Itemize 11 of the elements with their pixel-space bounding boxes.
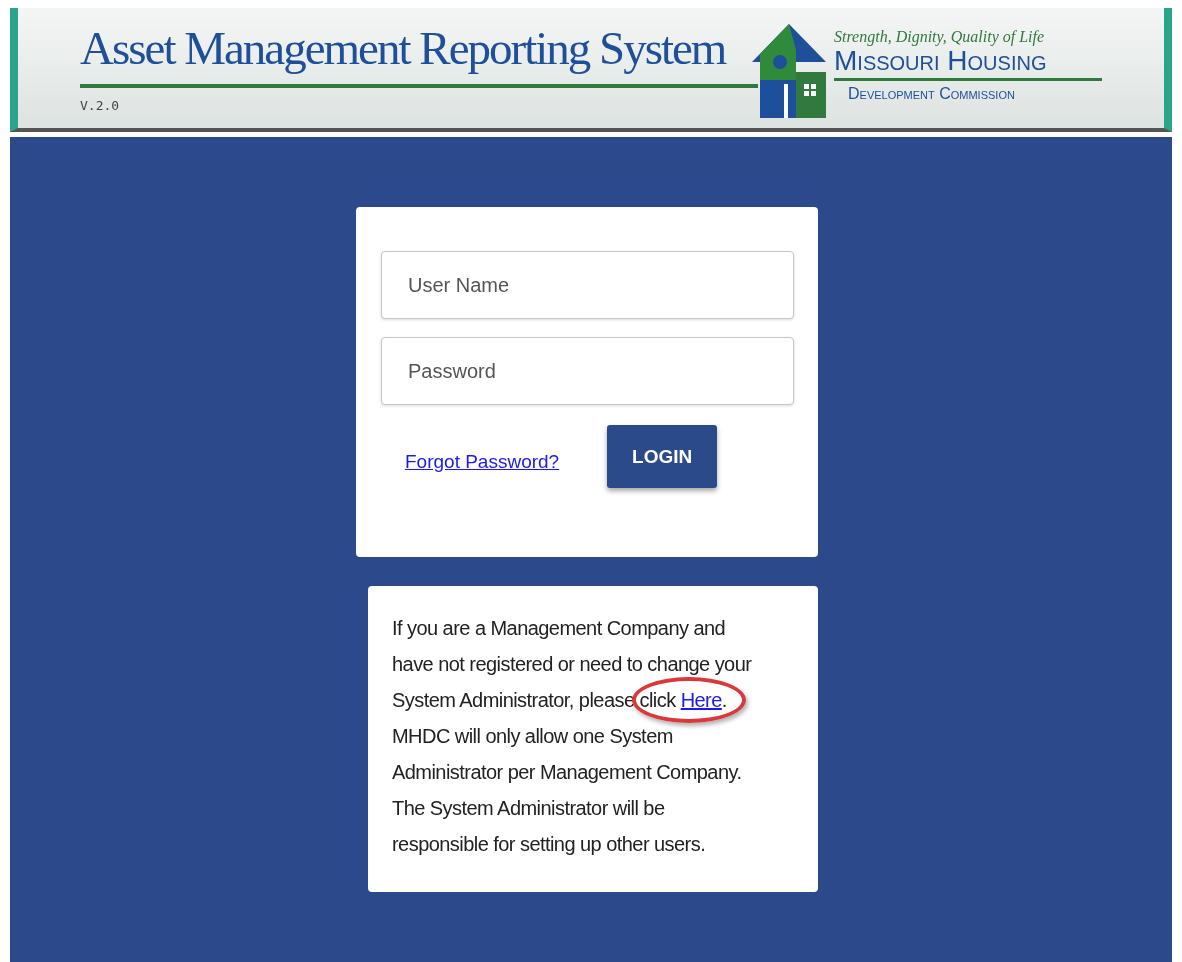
logo-tagline: Strength, Dignity, Quality of Life — [834, 28, 1046, 46]
house-puzzle-logo-icon — [750, 22, 828, 120]
register-here-link[interactable]: Here — [680, 689, 722, 711]
logo-subname: Development Commission — [847, 85, 1016, 103]
login-button[interactable]: LOGIN — [607, 425, 718, 488]
password-field[interactable]: Password — [381, 337, 794, 405]
version-label: V.2.0 — [80, 98, 121, 113]
app-title: Asset Management Reporting System — [80, 21, 726, 76]
username-field[interactable]: User Name — [381, 251, 794, 319]
forgot-password-link[interactable]: Forgot Password? — [405, 450, 560, 473]
logo-name: Missouri Housing — [834, 46, 1048, 76]
